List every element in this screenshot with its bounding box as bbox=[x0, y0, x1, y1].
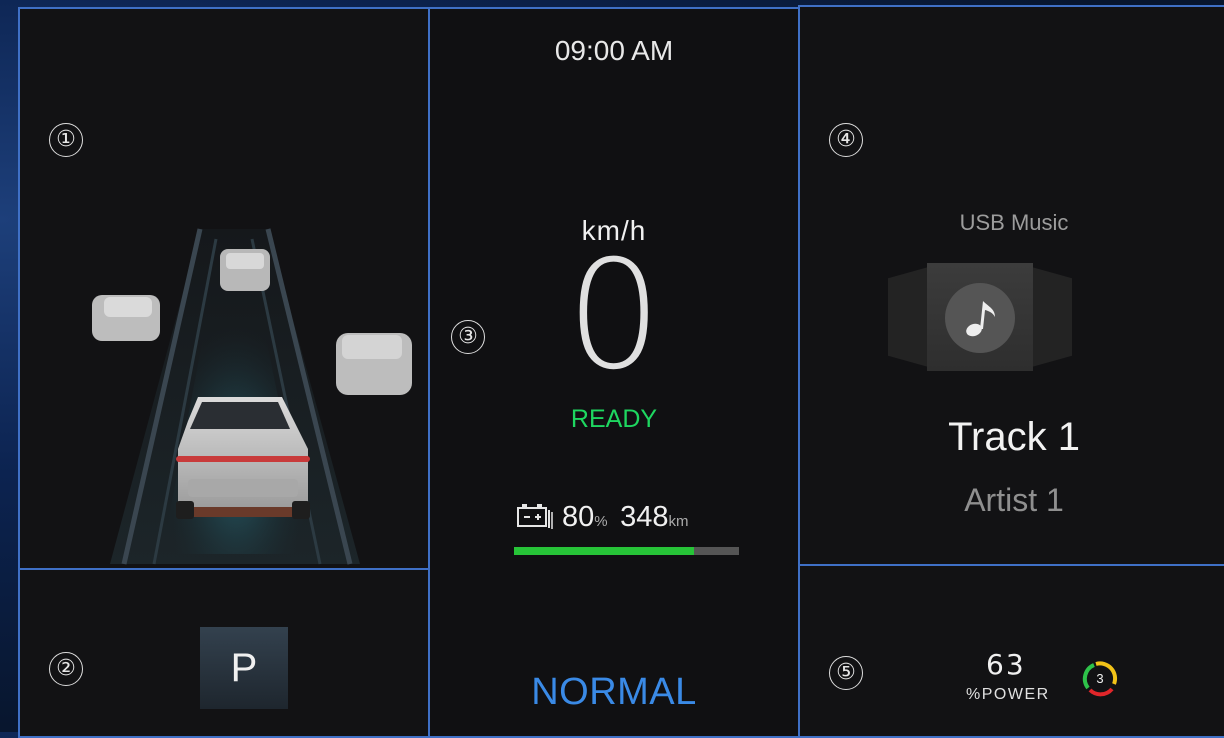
panel-number-4: ④ bbox=[829, 123, 863, 157]
vehicle-ahead-icon bbox=[220, 249, 270, 291]
adas-panel: ① bbox=[18, 7, 430, 570]
media-panel: ④ USB Music Track 1 Artist 1 bbox=[798, 5, 1224, 566]
vehicle-right-icon bbox=[336, 333, 412, 395]
power-value: 63 bbox=[986, 648, 1026, 681]
power-label: %POWER bbox=[966, 686, 1050, 703]
power-level: 3 bbox=[1096, 671, 1103, 686]
album-cover[interactable] bbox=[927, 263, 1033, 371]
media-source: USB Music bbox=[959, 210, 1069, 235]
ready-status: READY bbox=[570, 405, 658, 433]
battery-bar bbox=[514, 547, 739, 555]
prev-cover[interactable] bbox=[888, 266, 932, 368]
panel-number-2: ② bbox=[49, 652, 83, 686]
gear-indicator: P bbox=[200, 627, 288, 709]
vehicle-left-icon bbox=[92, 295, 160, 341]
power-gauge-icon: 3 bbox=[1082, 661, 1118, 697]
track-title: Track 1 bbox=[948, 415, 1080, 459]
battery-percent-unit: % bbox=[594, 513, 608, 530]
battery-percent: 80 bbox=[562, 501, 595, 533]
panel-number-5: ⑤ bbox=[829, 656, 863, 690]
drive-mode: NORMAL bbox=[531, 671, 697, 713]
speed-value: 0 bbox=[566, 229, 662, 403]
adas-visualization bbox=[92, 228, 412, 565]
ego-vehicle-icon bbox=[176, 397, 310, 519]
cluster-panel: 09:00 AM ③ km/h 0 READY 80% 348km NORMAL bbox=[428, 7, 800, 738]
track-artist: Artist 1 bbox=[964, 482, 1064, 518]
power-panel: ⑤ 63 %POWER 3 bbox=[798, 564, 1224, 738]
next-cover[interactable] bbox=[1028, 266, 1072, 368]
range-value: 348 bbox=[620, 501, 669, 533]
battery-bar-fill bbox=[514, 547, 694, 555]
range-unit: km bbox=[668, 513, 689, 530]
gear-panel: ② P bbox=[18, 568, 430, 738]
battery-readout: 80% 348km bbox=[516, 501, 688, 541]
battery-icon bbox=[517, 504, 553, 529]
clock-time: 09:00 AM bbox=[554, 35, 674, 66]
music-note-icon bbox=[966, 301, 995, 337]
